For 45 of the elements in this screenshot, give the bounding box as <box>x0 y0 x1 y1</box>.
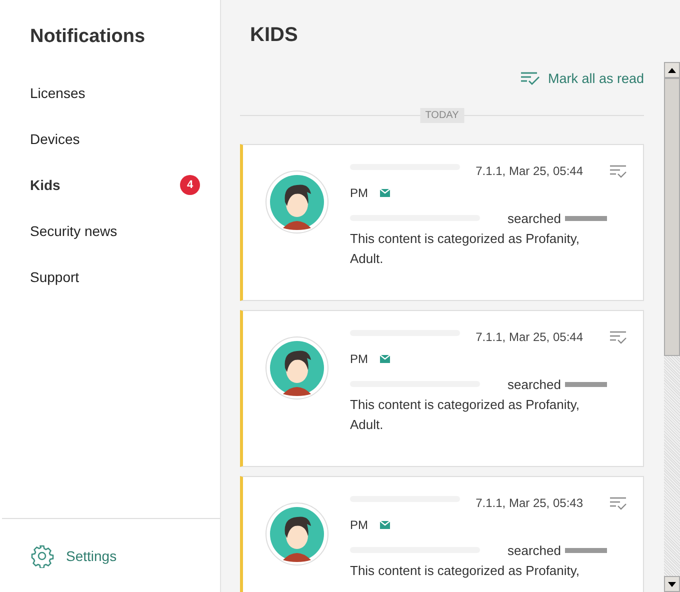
envelope-icon <box>380 521 390 529</box>
notification-message: This content is categorized as Profanity, Adult. <box>350 396 581 434</box>
notification-action: searched <box>508 542 561 558</box>
page-title: KIDS <box>250 24 299 47</box>
notification-message: This content is categorized as Profanity, Adult. <box>350 230 581 268</box>
notification-time: 7.1.1, Mar 25, 05:44 <box>476 164 583 178</box>
sidebar-item-label: Devices <box>30 131 80 147</box>
avatar-icon <box>265 336 329 400</box>
redaction-mark <box>565 382 607 386</box>
settings-icon <box>30 544 54 568</box>
avatar-icon <box>265 502 329 566</box>
mark-read-icon[interactable] <box>609 496 627 510</box>
date-divider-label: TODAY <box>420 108 464 123</box>
notification-time-end: PM <box>350 352 368 366</box>
envelope-icon <box>380 189 390 197</box>
notification-message: This content is categorized as Profanity, <box>350 562 581 580</box>
notification-time-end: PM <box>350 186 368 200</box>
sidebar-title: Notifications <box>30 26 146 48</box>
scroll-up-icon[interactable] <box>668 68 676 72</box>
sidebar-item[interactable]: Kids 4 <box>0 162 220 208</box>
sidebar-item-label: Support <box>30 269 80 285</box>
sidebar-item-label: Kids <box>30 177 60 193</box>
sidebar-item[interactable]: Support <box>0 254 220 300</box>
notification-time: 7.1.1, Mar 25, 05:43 <box>476 496 583 510</box>
avatar-icon <box>265 170 329 234</box>
mark-read-icon[interactable] <box>609 164 627 178</box>
notification-action: searched <box>508 376 561 392</box>
mark-read-icon <box>520 70 540 86</box>
scrollbar[interactable] <box>664 62 680 592</box>
notification-time: 7.1.1, Mar 25, 05:44 <box>476 330 583 344</box>
settings-link[interactable]: Settings <box>2 518 220 592</box>
notification-action: searched <box>508 210 561 226</box>
sidebar-item-label: Security news <box>30 223 118 239</box>
sidebar-item-label: Licenses <box>30 85 86 101</box>
count-badge: 4 <box>180 175 200 195</box>
envelope-icon <box>380 355 390 363</box>
redaction-mark <box>565 548 607 552</box>
sidebar-item[interactable]: Licenses <box>0 70 220 116</box>
redaction-mark <box>565 216 607 220</box>
sidebar-item[interactable]: Security news <box>0 208 220 254</box>
mark-all-read-button[interactable]: Mark all as read <box>520 70 644 86</box>
mark-read-icon[interactable] <box>609 330 627 344</box>
sidebar-item[interactable]: Devices <box>0 116 220 162</box>
scroll-down-icon[interactable] <box>668 582 676 586</box>
notification-time-end: PM <box>350 518 368 532</box>
